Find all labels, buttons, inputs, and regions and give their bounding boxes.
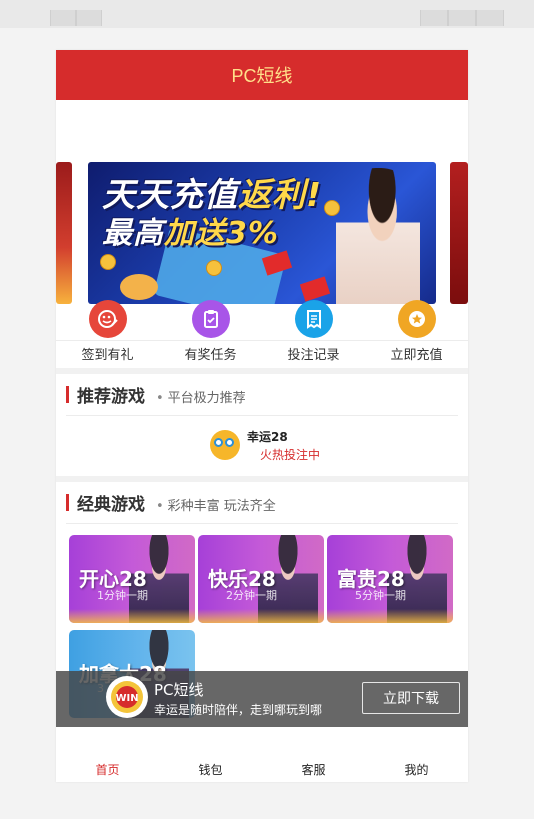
section-subtitle: • 平台极力推荐 <box>156 391 246 406</box>
coin-graphic <box>206 260 222 276</box>
app-logo-icon: WIN <box>106 676 148 718</box>
nav-support[interactable]: 客服 <box>262 750 365 782</box>
divider <box>66 523 458 524</box>
app-download-banner: WIN PC短线 幸运是随时陪伴，走到哪玩到哪 立即下载 <box>56 671 468 727</box>
quick-actions: 签到有礼 有奖任务 投注记录 立即充值 <box>56 292 468 368</box>
game-name: 幸运28 <box>247 430 288 444</box>
app-header: PC短线 <box>56 50 468 100</box>
document-list-icon <box>294 300 333 338</box>
nav-wallet[interactable]: 钱包 <box>159 750 262 782</box>
game-tile-period: 2分钟一期 <box>226 589 277 602</box>
toolbar-cell <box>448 10 476 26</box>
quick-action-label: 立即充值 <box>390 348 443 363</box>
quick-action-records[interactable]: 投注记录 <box>262 292 365 368</box>
quick-action-tasks[interactable]: 有奖任务 <box>159 292 262 368</box>
download-tagline: 幸运是随时陪伴，走到哪玩到哪 <box>154 703 323 717</box>
quick-action-recharge[interactable]: 立即充值 <box>365 292 468 368</box>
game-tile-kaixin28[interactable]: 开心28 1分钟一期 <box>69 535 195 623</box>
section-title: 经典游戏 <box>77 495 145 515</box>
lucky28-icon <box>210 430 240 460</box>
divider <box>66 415 458 416</box>
bottom-nav: 首页 钱包 客服 我的 <box>56 750 468 782</box>
top-strip <box>0 0 534 28</box>
toolbar-cell <box>76 10 102 26</box>
game-status: 火热投注中 <box>260 448 321 462</box>
coin-graphic <box>100 254 116 270</box>
app-title: PC短线 <box>231 66 293 86</box>
section-subtitle: • 彩种丰富 玩法齐全 <box>156 499 276 514</box>
game-tile-period: 5分钟一期 <box>355 589 406 602</box>
quick-action-label: 签到有礼 <box>81 348 134 363</box>
section-header-classic: 经典游戏 • 彩种丰富 玩法齐全 <box>56 482 468 522</box>
banner-next-slide[interactable] <box>450 162 468 304</box>
banner-model-image <box>336 168 420 304</box>
toolbar-cell <box>420 10 448 26</box>
star-coin-icon <box>397 300 436 338</box>
game-tile-fugui28[interactable]: 富贵28 5分钟一期 <box>327 535 453 623</box>
banner-carousel[interactable]: 天天充值返利! 最高加送3% <box>56 100 468 341</box>
banner-subheadline: 最高加送3% <box>102 216 279 251</box>
section-title: 推荐游戏 <box>77 387 145 407</box>
section-header-recommended: 推荐游戏 • 平台极力推荐 <box>56 374 468 414</box>
quick-action-label: 投注记录 <box>287 348 340 363</box>
banner-prev-slide[interactable] <box>56 162 72 304</box>
mobile-page: PC短线 天天充值返利! 最高加送3% 签到有礼 有奖任务 投注记录 立即充值 … <box>56 50 468 782</box>
game-tile-period: 1分钟一期 <box>97 589 148 602</box>
download-now-button[interactable]: 立即下载 <box>362 682 460 714</box>
recommended-game-item[interactable]: 幸运28 火热投注中 <box>210 428 410 468</box>
svg-text:WIN: WIN <box>115 693 138 704</box>
download-app-name: PC短线 <box>154 681 204 699</box>
section-accent-bar <box>66 386 69 403</box>
nav-home[interactable]: 首页 <box>56 750 159 782</box>
quick-action-checkin[interactable]: 签到有礼 <box>56 292 159 368</box>
section-accent-bar <box>66 494 69 511</box>
banner-slide-recharge-promo[interactable]: 天天充值返利! 最高加送3% <box>88 162 436 304</box>
smile-edit-icon <box>88 300 127 338</box>
toolbar-cell <box>476 10 504 26</box>
nav-profile[interactable]: 我的 <box>365 750 468 782</box>
clipboard-check-icon <box>191 300 230 338</box>
quick-action-label: 有奖任务 <box>184 348 237 363</box>
game-tile-kuaile28[interactable]: 快乐28 2分钟一期 <box>198 535 324 623</box>
toolbar-cell <box>50 10 76 26</box>
